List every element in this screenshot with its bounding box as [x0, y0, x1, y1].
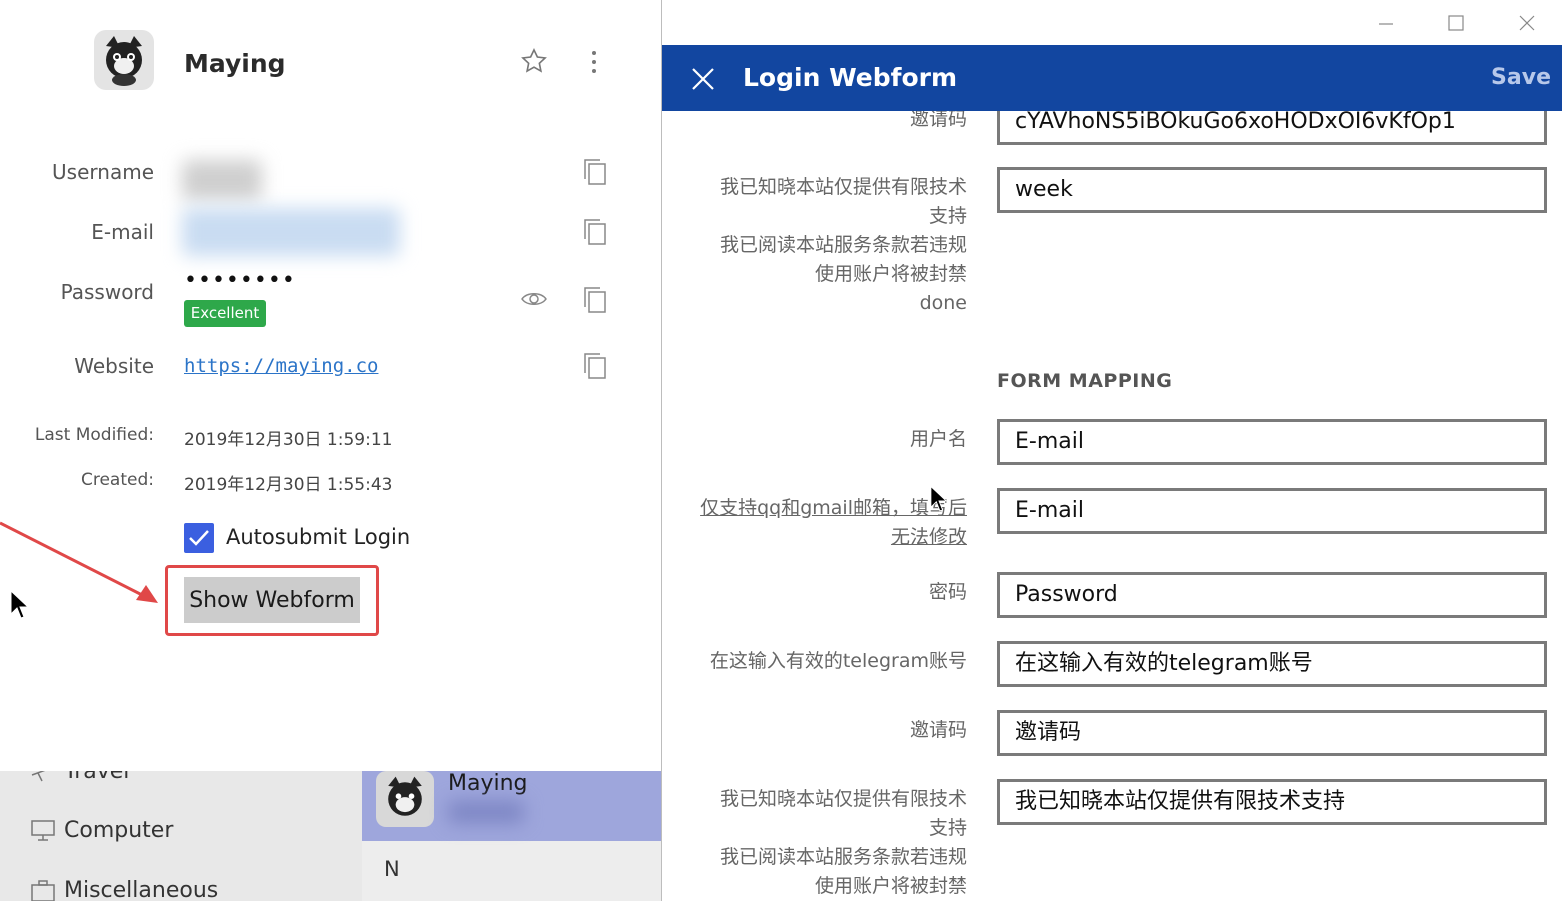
section-heading-form-mapping: FORM MAPPING — [997, 370, 1173, 392]
list-group-letter: N — [384, 857, 400, 881]
autosubmit-checkbox[interactable] — [184, 523, 214, 553]
last-modified-label: Last Modified: — [34, 425, 154, 445]
label-line: 我已知晓本站仅提供有限技术 — [719, 788, 967, 810]
sidebar-item-travel[interactable]: Travel — [64, 771, 129, 784]
strength-badge: Excellent — [184, 300, 266, 327]
mapping-label-email: 仅支持qq和gmail邮箱，填写后 无法修改 — [677, 494, 967, 552]
mapping-select-username[interactable]: E-mail — [997, 419, 1547, 465]
password-label: Password — [60, 280, 154, 304]
last-modified-value: 2019年12月30日 1:59:11 — [184, 430, 393, 450]
window-close-icon[interactable] — [1517, 13, 1537, 33]
mapping-label-terms: 我已知晓本站仅提供有限技术 支持 我已阅读本站服务条款若违规 使用账户将被封禁 — [677, 785, 967, 901]
list-item-subtitle-redacted — [448, 801, 524, 823]
label-line: 使用账户将被封禁 — [814, 875, 967, 897]
label-line: 我已阅读本站服务条款若违规 — [719, 234, 967, 256]
website-label: Website — [74, 354, 154, 378]
entry-title: Maying — [184, 49, 286, 78]
entry-detail-panel: Maying Username E-mail Password ••••••••… — [0, 0, 661, 771]
username-value-redacted — [182, 160, 262, 200]
travel-icon — [31, 771, 46, 782]
star-icon[interactable] — [520, 47, 548, 75]
field-label-invite-code: 邀请码 — [909, 111, 967, 130]
mapping-label-username: 用户名 — [909, 428, 967, 450]
cat-logo-icon — [388, 776, 422, 816]
mapping-select-invite-code[interactable]: 邀请码 — [997, 710, 1547, 756]
app-avatar — [94, 30, 154, 90]
mapping-select-terms[interactable]: 我已知晓本站仅提供有限技术支持 — [997, 779, 1547, 825]
mapping-select-telegram[interactable]: 在这输入有效的telegram账号 — [997, 641, 1547, 687]
mapping-label-password: 密码 — [928, 581, 967, 603]
briefcase-icon — [31, 880, 55, 901]
mouse-cursor-icon — [10, 590, 30, 619]
category-sidebar: Travel Computer Miscellaneous — [0, 771, 362, 901]
maximize-icon[interactable] — [1446, 13, 1466, 33]
label-line: 我已知晓本站仅提供有限技术 — [719, 176, 967, 198]
window-titlebar — [662, 0, 1562, 45]
minimize-icon[interactable] — [1376, 14, 1396, 34]
email-label: E-mail — [91, 220, 154, 244]
label-line: 使用账户将被封禁 — [814, 263, 967, 285]
field-input-invite-code[interactable]: cYAVhoNS5iBOkuGo6xoHODxOI6vKfOp1 — [997, 111, 1547, 145]
password-mask: •••••••• — [184, 268, 296, 293]
eye-icon[interactable] — [521, 289, 547, 309]
webform-body: 邀请码 cYAVhoNS5iBOkuGo6xoHODxOI6vKfOp1 我已知… — [662, 111, 1562, 901]
copy-icon[interactable] — [582, 157, 608, 187]
more-vertical-icon[interactable] — [584, 48, 604, 76]
mapping-select-password[interactable]: Password — [997, 572, 1547, 618]
checkmark-icon — [189, 530, 209, 546]
show-webform-button[interactable]: Show Webform — [184, 577, 360, 623]
email-value-redacted — [182, 208, 400, 256]
list-item-avatar — [376, 771, 434, 827]
copy-icon[interactable] — [582, 351, 608, 381]
computer-icon — [31, 820, 55, 841]
mapping-label-telegram: 在这输入有效的telegram账号 — [709, 650, 967, 672]
close-icon[interactable] — [690, 66, 716, 92]
sidebar-item-miscellaneous[interactable]: Miscellaneous — [64, 878, 218, 901]
mapping-select-email[interactable]: E-mail — [997, 488, 1547, 534]
label-line: 支持 — [928, 205, 967, 227]
list-item-title: Maying — [448, 771, 528, 796]
entry-list: Maying N — [362, 771, 661, 901]
label-line: 仅支持qq和gmail邮箱，填写后 — [700, 497, 967, 519]
save-button[interactable]: Save — [1491, 65, 1551, 90]
field-label-terms: 我已知晓本站仅提供有限技术 支持 我已阅读本站服务条款若违规 使用账户将被封禁 … — [677, 173, 967, 318]
username-label: Username — [52, 160, 154, 184]
cat-logo-icon — [106, 36, 142, 86]
created-value: 2019年12月30日 1:55:43 — [184, 475, 393, 495]
label-line: 支持 — [928, 817, 967, 839]
label-line: 我已阅读本站服务条款若违规 — [719, 846, 967, 868]
label-line: done — [919, 292, 967, 314]
sidebar-item-computer[interactable]: Computer — [64, 818, 173, 843]
login-webform-dialog: Login Webform Save 邀请码 cYAVhoNS5iBOkuGo6… — [661, 0, 1562, 901]
label-line: 无法修改 — [890, 526, 967, 548]
field-input-terms[interactable]: week — [997, 167, 1547, 213]
dialog-header: Login Webform Save — [662, 45, 1562, 111]
mouse-cursor-icon — [930, 485, 948, 512]
copy-icon[interactable] — [582, 217, 608, 247]
website-link[interactable]: https://maying.co — [184, 355, 378, 377]
dialog-title: Login Webform — [743, 63, 958, 92]
list-item-selected[interactable]: Maying — [362, 771, 661, 841]
autosubmit-label[interactable]: Autosubmit Login — [226, 525, 410, 549]
mapping-label-invite-code: 邀请码 — [909, 719, 967, 741]
copy-icon[interactable] — [582, 285, 608, 315]
created-label: Created: — [80, 470, 154, 490]
